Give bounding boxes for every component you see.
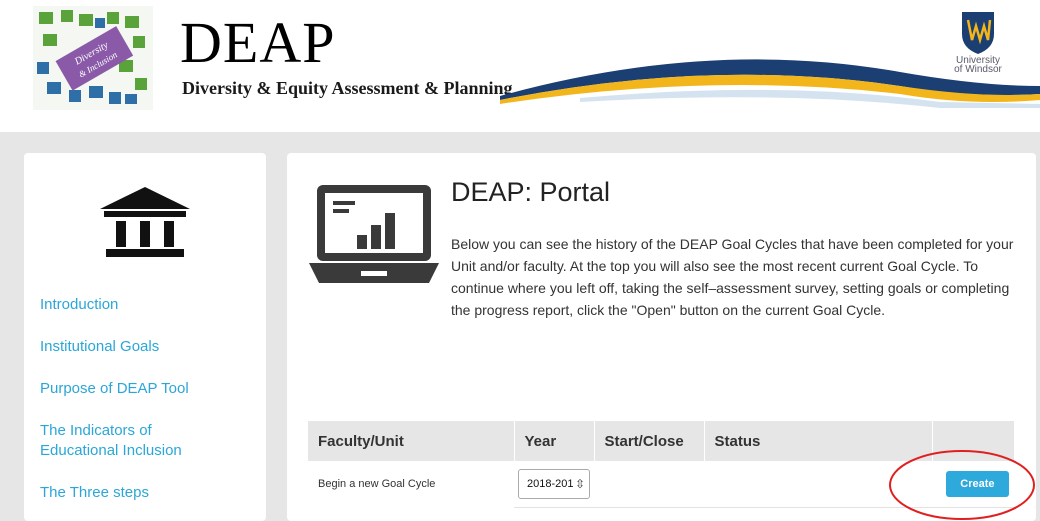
- main-panel: DEAP: Portal Below you can see the histo…: [287, 153, 1036, 521]
- sidebar-item-introduction[interactable]: Introduction: [40, 295, 260, 315]
- column-header-actions: [932, 421, 1015, 461]
- text-wrap-spacer: [299, 233, 451, 305]
- column-header-faculty: Faculty/Unit: [308, 421, 515, 461]
- portal-description-block: Below you can see the history of the DEA…: [299, 233, 1029, 321]
- new-cycle-label: Begin a new Goal Cycle: [318, 478, 436, 490]
- sidebar-nav: Introduction Institutional Goals Purpose…: [40, 295, 260, 521]
- sidebar-item-indicators[interactable]: The Indicators of Educational Inclusion: [40, 421, 220, 461]
- year-select-value: 2018-201: [527, 477, 574, 490]
- institution-icon: [100, 187, 190, 257]
- goal-cycles-table: Faculty/Unit Year Start/Close Status Beg…: [308, 421, 1015, 508]
- status-cell: [704, 461, 932, 508]
- sidebar-item-three-steps[interactable]: The Three steps: [40, 483, 260, 503]
- year-cell: 2018-201 ⇳: [514, 461, 594, 508]
- column-header-start-close: Start/Close: [594, 421, 705, 461]
- table-header-row: Faculty/Unit Year Start/Close Status: [308, 421, 1015, 461]
- start-close-cell: [594, 461, 704, 508]
- column-header-status: Status: [704, 421, 933, 461]
- university-crest-icon: [962, 12, 994, 54]
- sidebar-item-purpose[interactable]: Purpose of DEAP Tool: [40, 379, 260, 399]
- site-header: Diversity & Inclusion DEAP Diversity & E…: [0, 0, 1040, 132]
- page-title: DEAP: Portal: [451, 177, 611, 207]
- site-title: DEAP: [180, 10, 336, 75]
- spinner-arrows-icon[interactable]: ⇳: [575, 477, 585, 491]
- action-cell: Create: [932, 461, 1015, 508]
- university-location: of Windsor: [954, 64, 1002, 75]
- table-row-new-cycle: Begin a new Goal Cycle 2018-201 ⇳ Create: [308, 461, 1015, 508]
- year-select[interactable]: 2018-201 ⇳: [518, 468, 590, 499]
- university-logo: University of Windsor: [918, 8, 1038, 88]
- column-header-year: Year: [514, 421, 595, 461]
- create-button[interactable]: Create: [946, 470, 1009, 497]
- sidebar-item-institutional-goals[interactable]: Institutional Goals: [40, 337, 260, 357]
- diversity-puzzle-logo: Diversity & Inclusion: [33, 6, 153, 110]
- sidebar: Introduction Institutional Goals Purpose…: [24, 153, 266, 521]
